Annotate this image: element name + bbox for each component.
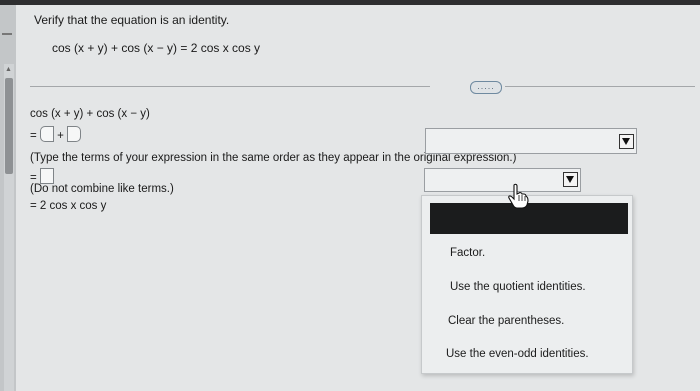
triangle-down-icon[interactable] xyxy=(619,134,634,149)
plus-sign: + xyxy=(57,130,64,142)
instruction-combine: (Do not combine like terms.) xyxy=(30,183,174,195)
reason-options-menu: Factor. Use the quotient identities. Cle… xyxy=(421,195,633,374)
scrollbar-thumb[interactable] xyxy=(5,78,13,174)
answer-box-step-2[interactable] xyxy=(39,168,54,184)
work-step-final: = 2 cos x cos y xyxy=(30,200,107,212)
equals-sign: = xyxy=(30,130,37,142)
menu-item-quotient-identities[interactable]: Use the quotient identities. xyxy=(450,281,586,293)
triangle-down-icon[interactable] xyxy=(563,172,578,187)
identity-equation: cos (x + y) + cos (x − y) = 2 cos x cos … xyxy=(52,41,261,55)
collapse-icon[interactable] xyxy=(2,33,12,35)
menu-item-clear-parentheses[interactable]: Clear the parentheses. xyxy=(448,315,564,327)
section-divider-right xyxy=(505,86,695,87)
answer-box-term-1[interactable] xyxy=(39,126,54,142)
reason-dropdown-1[interactable] xyxy=(425,128,637,154)
menu-item-even-odd-identities[interactable]: Use the even-odd identities. xyxy=(446,348,589,360)
work-step-original: cos (x + y) + cos (x − y) xyxy=(30,108,150,120)
answer-box-term-2[interactable] xyxy=(67,126,82,142)
reason-dropdown-2[interactable] xyxy=(424,168,581,192)
section-divider xyxy=(30,86,430,87)
hand-pointer-icon xyxy=(508,183,529,209)
menu-item-selected-blank[interactable] xyxy=(430,203,628,234)
question-prompt: Verify that the equation is an identity. xyxy=(34,13,230,27)
work-step-1: = + xyxy=(30,126,82,142)
menu-item-factor[interactable]: Factor. xyxy=(450,247,485,259)
work-step-2: = xyxy=(30,168,54,184)
expand-more-button[interactable]: ..... xyxy=(470,81,502,94)
scroll-up-arrow-icon[interactable]: ▲ xyxy=(5,66,12,74)
